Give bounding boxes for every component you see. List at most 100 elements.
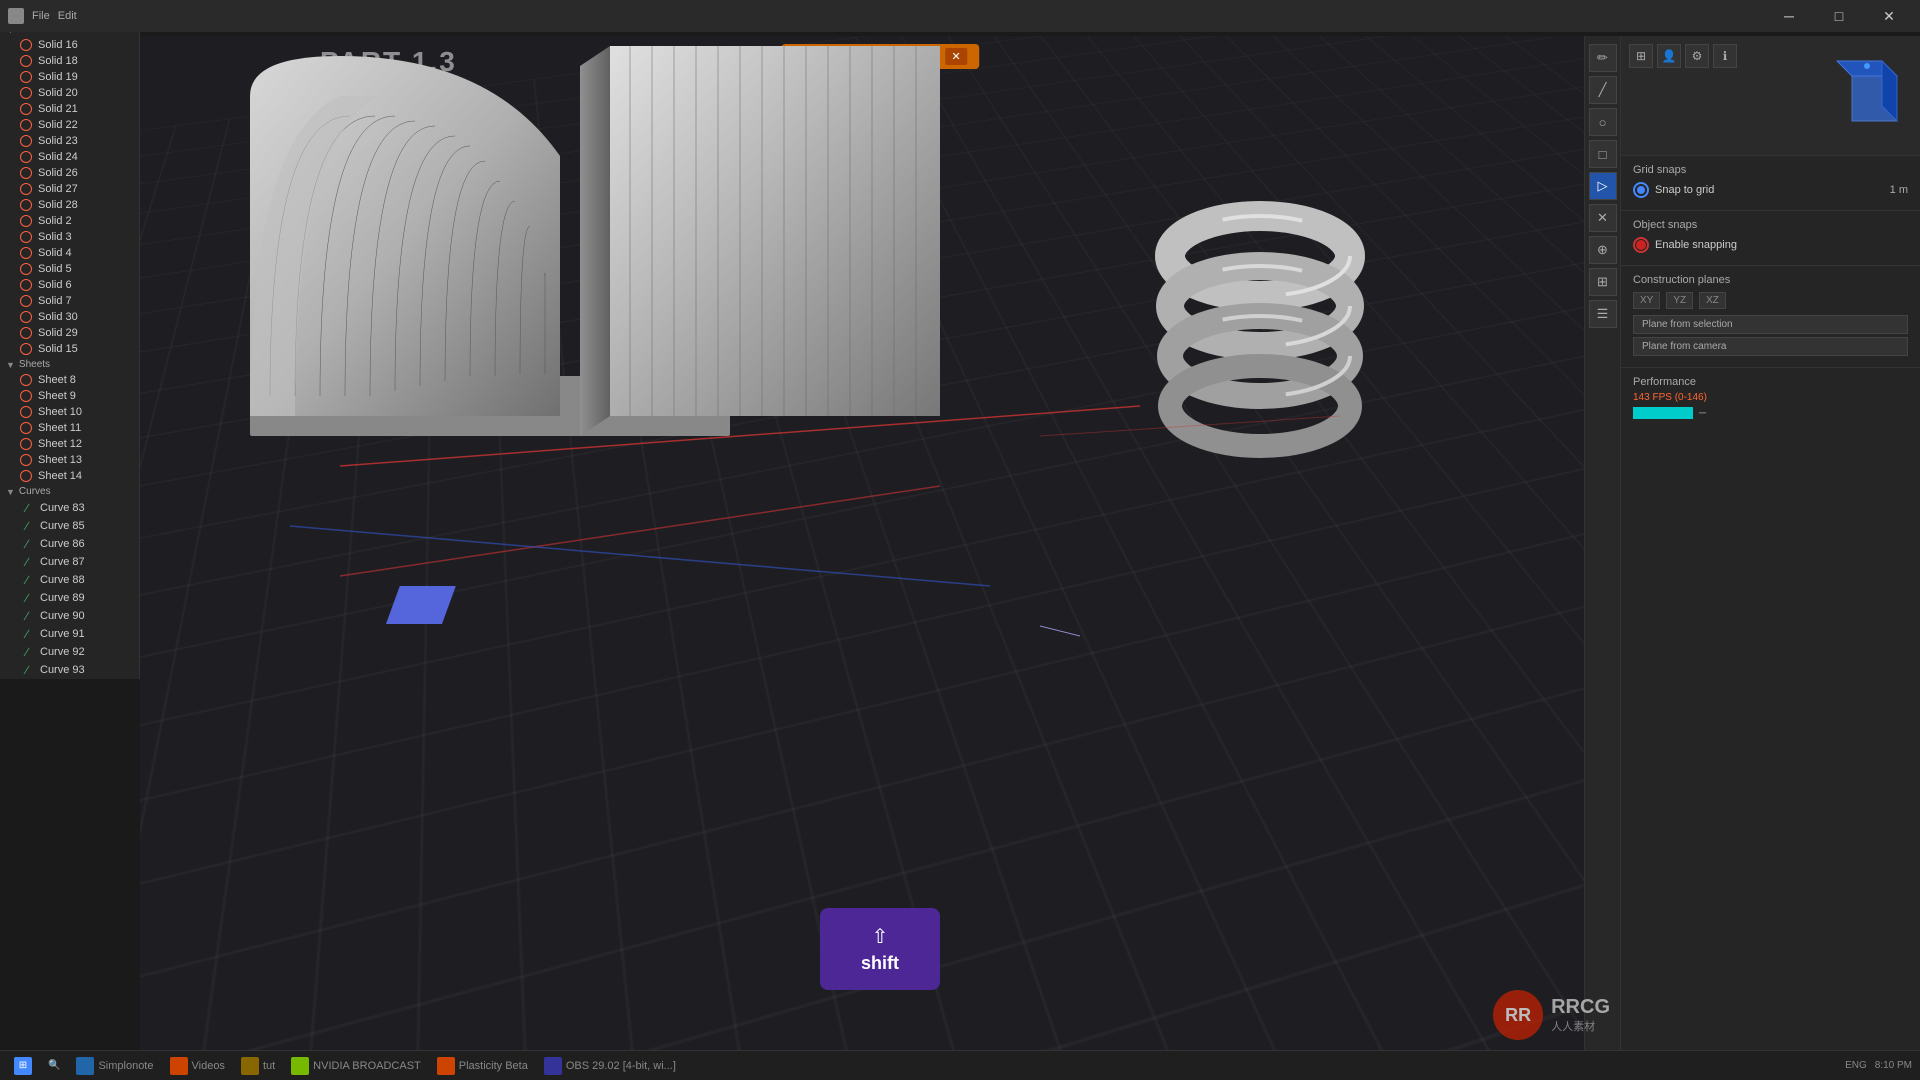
sidebar-item-solid2[interactable]: Solid 2 xyxy=(0,213,139,229)
sidebar-item-curve91[interactable]: Curve 91 xyxy=(0,625,139,643)
app-menu-file[interactable]: File xyxy=(32,10,50,22)
sidebar-item-curve92[interactable]: Curve 92 xyxy=(0,643,139,661)
sidebar-item-solid20[interactable]: Solid 20 xyxy=(0,85,139,101)
solid-icon xyxy=(20,327,32,339)
solid-icon xyxy=(20,247,32,259)
sidebar-item-solid3[interactable]: Solid 3 xyxy=(0,229,139,245)
maximize-button[interactable]: □ xyxy=(1816,0,1862,32)
sidebar-item-sheet8[interactable]: Sheet 8 xyxy=(0,372,139,388)
object-snap-toggle[interactable] xyxy=(1633,237,1649,253)
grid-snaps-section: Grid snaps Snap to grid 1 m xyxy=(1621,156,1920,211)
sidebar-item-solid27[interactable]: Solid 27 xyxy=(0,181,139,197)
sidebar-item-solid24[interactable]: Solid 24 xyxy=(0,149,139,165)
solid-icon xyxy=(20,55,32,67)
measure-button[interactable]: ⊞ xyxy=(1589,268,1617,296)
section-sheets[interactable]: ▼ Sheets xyxy=(0,357,139,372)
cp-xz-button[interactable]: XZ xyxy=(1699,292,1726,309)
sidebar-item-sheet13[interactable]: Sheet 13 xyxy=(0,452,139,468)
curve-icon xyxy=(20,555,34,569)
taskbar-app-videos[interactable]: Videos xyxy=(164,1051,231,1080)
search-icon: 🔍 xyxy=(48,1060,60,1071)
construction-planes-section: Construction planes XY YZ XZ Plane from … xyxy=(1621,266,1920,368)
sidebar-item-solid21[interactable]: Solid 21 xyxy=(0,101,139,117)
transform-button[interactable]: ✕ xyxy=(1589,204,1617,232)
sidebar-item-solid28[interactable]: Solid 28 xyxy=(0,197,139,213)
perf-minus-icon[interactable]: ─ xyxy=(1699,408,1706,419)
settings-button[interactable]: ⚙ xyxy=(1685,44,1709,68)
sidebar-item-curve93[interactable]: Curve 93 xyxy=(0,661,139,679)
sidebar-item-curve89[interactable]: Curve 89 xyxy=(0,589,139,607)
sidebar-item-curve87[interactable]: Curve 87 xyxy=(0,553,139,571)
curves-list: Curve 83 Curve 85 Curve 86 Curve 87 Curv… xyxy=(0,499,139,679)
square-tool-button[interactable]: □ xyxy=(1589,140,1617,168)
section-curves[interactable]: ▼ Curves xyxy=(0,484,139,499)
sidebar-item-curve90[interactable]: Curve 90 xyxy=(0,607,139,625)
search-taskbar[interactable]: 🔍 xyxy=(42,1051,66,1080)
viewport[interactable]: PART 1.3 Temporary construction plane ✕ xyxy=(140,36,1620,1050)
sidebar-item-solid19[interactable]: Solid 19 xyxy=(0,69,139,85)
sidebar-item-solid6[interactable]: Solid 6 xyxy=(0,277,139,293)
watermark: RR RRCG 人人素材 xyxy=(1493,990,1610,1040)
sidebar-item-solid7[interactable]: Solid 7 xyxy=(0,293,139,309)
sidebar-item-solid18[interactable]: Solid 18 xyxy=(0,53,139,69)
sidebar-item-solid22[interactable]: Solid 22 xyxy=(0,117,139,133)
solid-icon xyxy=(20,231,32,243)
sidebar-item-sheet11[interactable]: Sheet 11 xyxy=(0,420,139,436)
app-icon xyxy=(8,8,24,24)
sidebar-item-sheet9[interactable]: Sheet 9 xyxy=(0,388,139,404)
sidebar-item-solid23[interactable]: Solid 23 xyxy=(0,133,139,149)
pencil-tool-button[interactable]: ✏ xyxy=(1589,44,1617,72)
sidebar-item-curve88[interactable]: Curve 88 xyxy=(0,571,139,589)
plane-from-camera-button[interactable]: Plane from camera xyxy=(1633,337,1908,356)
sidebar-item-sheet12[interactable]: Sheet 12 xyxy=(0,436,139,452)
start-button[interactable]: ⊞ xyxy=(8,1051,38,1080)
sidebar-item-curve85[interactable]: Curve 85 xyxy=(0,517,139,535)
sidebar-item-sheet14[interactable]: Sheet 14 xyxy=(0,468,139,484)
close-button[interactable]: ✕ xyxy=(1866,0,1912,32)
layers-button[interactable]: ☰ xyxy=(1589,300,1617,328)
nav-cube-area: ⊞ 👤 ⚙ ℹ xyxy=(1621,36,1920,156)
circle-tool-button[interactable]: ○ xyxy=(1589,108,1617,136)
object-snaps-section: Object snaps Enable snapping xyxy=(1621,211,1920,266)
taskbar-app-plasticity[interactable]: Plasticity Beta xyxy=(431,1051,534,1080)
line-tool-button[interactable]: ╱ xyxy=(1589,76,1617,104)
performance-title: Performance xyxy=(1633,376,1908,388)
sidebar-item-curve86[interactable]: Curve 86 xyxy=(0,535,139,553)
app-menu-edit[interactable]: Edit xyxy=(58,10,77,22)
right-toolbar: ✏ ╱ ○ □ ▷ ✕ ⊕ ⊞ ☰ xyxy=(1584,36,1620,1050)
taskbar-app-tut[interactable]: tut xyxy=(235,1051,281,1080)
snap-toggle[interactable] xyxy=(1633,182,1649,198)
window-controls: ─ □ ✕ xyxy=(1766,0,1920,32)
info-button[interactable]: ℹ xyxy=(1713,44,1737,68)
watermark-subtitle: 人人素材 xyxy=(1551,1018,1610,1034)
performance-section: Performance 143 FPS (0-146) ─ xyxy=(1621,368,1920,427)
section-sheets-label: Sheets xyxy=(19,359,50,370)
sidebar-item-curve83[interactable]: Curve 83 xyxy=(0,499,139,517)
sidebar-item-solid16[interactable]: Solid 16 xyxy=(0,37,139,53)
taskbar-app-nvidia[interactable]: NVIDIA BROADCAST xyxy=(285,1051,427,1080)
cp-yz-button[interactable]: YZ xyxy=(1666,292,1693,309)
taskbar-app-obs[interactable]: OBS 29.02 [4-bit, wi...] xyxy=(538,1051,682,1080)
snap-button[interactable]: ⊕ xyxy=(1589,236,1617,264)
grid-snaps-title: Grid snaps xyxy=(1633,164,1908,176)
simplonote-icon xyxy=(76,1057,94,1075)
plane-from-selection-button[interactable]: Plane from selection xyxy=(1633,315,1908,334)
taskbar-app-simplonote[interactable]: Simplonote xyxy=(70,1051,159,1080)
sidebar-item-solid4[interactable]: Solid 4 xyxy=(0,245,139,261)
systray-time: 8:10 PM xyxy=(1875,1060,1912,1071)
sidebar-item-sheet10[interactable]: Sheet 10 xyxy=(0,404,139,420)
sidebar-item-solid29[interactable]: Solid 29 xyxy=(0,325,139,341)
grid-view-button[interactable]: ⊞ xyxy=(1629,44,1653,68)
sidebar-item-solid5[interactable]: Solid 5 xyxy=(0,261,139,277)
person-view-button[interactable]: 👤 xyxy=(1657,44,1681,68)
minimize-button[interactable]: ─ xyxy=(1766,0,1812,32)
selection-button[interactable]: ▷ xyxy=(1589,172,1617,200)
cp-xy-button[interactable]: XY xyxy=(1633,292,1660,309)
sidebar-item-solid15[interactable]: Solid 15 xyxy=(0,341,139,357)
key-overlay-label: shift xyxy=(844,953,916,974)
sidebar-item-solid30[interactable]: Solid 30 xyxy=(0,309,139,325)
nav-cube[interactable] xyxy=(1832,56,1912,136)
chevron-icon: ▼ xyxy=(6,360,15,370)
object-snaps-title: Object snaps xyxy=(1633,219,1908,231)
sidebar-item-solid26[interactable]: Solid 26 xyxy=(0,165,139,181)
